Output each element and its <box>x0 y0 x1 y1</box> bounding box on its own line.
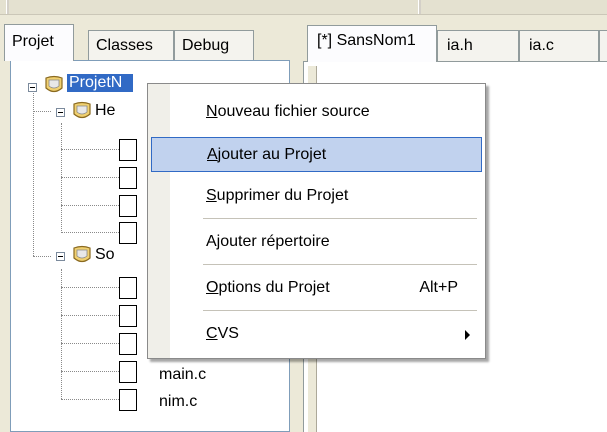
tree-item-file[interactable]: main.c <box>159 366 206 384</box>
menu-separator <box>203 310 477 311</box>
tree-line <box>61 315 119 316</box>
tree-line <box>61 269 62 399</box>
toolbar-grip <box>418 0 421 14</box>
tab-debug[interactable]: Debug <box>174 30 254 60</box>
shortcut-label: Alt+P <box>419 279 458 296</box>
tree-item-project-root[interactable]: ProjetN <box>67 74 133 92</box>
menu-item-new-source-file[interactable]: Nouveau fichier source <box>151 95 482 130</box>
menu-item-cvs[interactable]: CVS <box>151 317 482 352</box>
tree-item-sources-folder[interactable]: So <box>95 246 115 264</box>
menu-separator <box>203 264 477 265</box>
menu-item-label: Ajouter au Projet <box>207 146 327 163</box>
tree-line <box>33 256 51 257</box>
collapse-toggle-icon[interactable] <box>56 108 65 117</box>
menu-item-label: Supprimer du Projet <box>206 187 349 204</box>
file-icon <box>119 139 137 161</box>
tree-line <box>61 232 119 233</box>
tree-line <box>61 371 119 372</box>
menu-item-project-options[interactable]: Options du Projet Alt+P <box>151 271 482 306</box>
tab-editor-ia-h[interactable]: ia.h <box>437 30 519 61</box>
tree-line <box>61 205 119 206</box>
menu-item-label: CVS <box>206 325 239 342</box>
menu-item-add-folder[interactable]: Ajouter répertoire <box>151 225 482 260</box>
menu-item-label: Nouveau fichier source <box>206 103 370 120</box>
tab-editor-sansnom1[interactable]: [*] SansNom1 <box>307 25 437 62</box>
tree-line <box>61 399 119 400</box>
file-icon <box>119 222 137 244</box>
tree-line <box>61 287 119 288</box>
menu-separator <box>203 218 477 219</box>
tree-line <box>61 343 119 344</box>
top-toolbar-strip <box>0 0 607 15</box>
file-icon <box>119 333 137 355</box>
project-folder-icon <box>45 75 63 93</box>
file-icon <box>119 305 137 327</box>
tree-line <box>61 177 119 178</box>
tree-item-file[interactable]: nim.c <box>159 393 197 411</box>
collapse-toggle-icon[interactable] <box>28 83 37 92</box>
menu-item-label: Options du Projet <box>206 279 330 296</box>
context-menu: Nouveau fichier source Ajouter au Projet… <box>147 83 486 359</box>
folder-icon <box>73 245 91 263</box>
file-icon <box>119 195 137 217</box>
menu-item-add-to-project[interactable]: Ajouter au Projet <box>151 137 482 172</box>
collapse-toggle-icon[interactable] <box>56 252 65 261</box>
tree-line <box>33 88 34 256</box>
file-icon <box>119 277 137 299</box>
tree-line <box>61 149 119 150</box>
submenu-arrow-icon <box>465 330 470 340</box>
tab-editor-ia-c[interactable]: ia.c <box>519 30 599 61</box>
file-icon <box>119 361 137 383</box>
menu-item-remove-from-project[interactable]: Supprimer du Projet <box>151 179 482 214</box>
tab-projet[interactable]: Projet <box>4 24 74 61</box>
tree-item-headers-folder[interactable]: He <box>95 102 115 120</box>
tree-line <box>33 111 51 112</box>
tree-line <box>61 123 62 233</box>
toolbar-grip <box>6 0 9 14</box>
tab-overflow-edge <box>599 30 607 61</box>
menu-item-label: Ajouter répertoire <box>206 233 330 250</box>
file-icon <box>119 167 137 189</box>
file-icon <box>119 389 137 411</box>
folder-icon <box>73 101 91 119</box>
tab-classes[interactable]: Classes <box>88 30 174 60</box>
